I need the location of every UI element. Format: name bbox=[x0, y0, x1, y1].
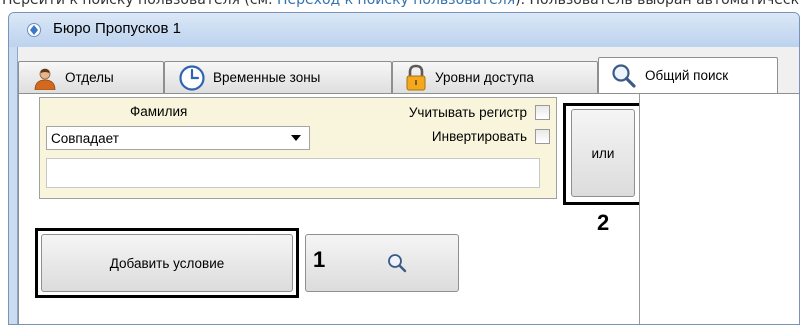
tab-general-search[interactable]: Общий поиск bbox=[598, 57, 778, 93]
document-line: Перейти к поиску пользователя (см. Перех… bbox=[2, 0, 800, 8]
add-condition-label: Добавить условие bbox=[109, 255, 225, 271]
clock-icon bbox=[179, 64, 205, 91]
tab-access-levels[interactable]: Уровни доступа bbox=[392, 61, 598, 93]
field-label: Фамилия bbox=[130, 104, 188, 119]
match-mode-select[interactable]: Совпадает bbox=[46, 126, 310, 150]
tab-label: Общий поиск bbox=[645, 68, 729, 83]
tab-label: Временные зоны bbox=[213, 70, 321, 85]
search-content: Фамилия Совпадает Учитывать регистр Инве… bbox=[18, 94, 799, 324]
document-link[interactable]: Переход к поиску пользователя bbox=[277, 0, 515, 8]
case-sensitive-label: Учитывать регистр bbox=[408, 105, 527, 120]
invert-option: Инвертировать bbox=[432, 129, 550, 144]
filter-condition-panel: Фамилия Совпадает Учитывать регистр Инве… bbox=[39, 97, 557, 199]
invert-checkbox[interactable] bbox=[535, 129, 550, 144]
document-text: Перейти к поиску пользователя (см. Перех… bbox=[0, 0, 800, 12]
tab-strip: Отделы Временные зоны Уровни доступа Общ… bbox=[18, 57, 799, 97]
search-value-input[interactable] bbox=[46, 158, 540, 188]
padlock-icon bbox=[406, 64, 426, 90]
window-title: Бюро Пропусков 1 bbox=[53, 20, 181, 37]
title-bar[interactable]: Бюро Пропусков 1 bbox=[9, 13, 799, 47]
document-text-before: Перейти к поиску пользователя (см. bbox=[2, 0, 278, 8]
person-icon bbox=[34, 68, 56, 90]
tab-label: Отделы bbox=[65, 70, 114, 85]
document-text-after: ). Пользователь выбран автоматически. bbox=[515, 0, 800, 8]
invert-label: Инвертировать bbox=[431, 129, 527, 144]
or-button[interactable]: или bbox=[571, 109, 635, 197]
match-mode-value: Совпадает bbox=[51, 130, 119, 146]
magnifier-icon bbox=[612, 63, 636, 88]
case-sensitive-option: Учитывать регистр bbox=[409, 105, 550, 120]
tab-departments[interactable]: Отделы bbox=[18, 61, 164, 93]
or-button-label: или bbox=[591, 145, 615, 161]
app-window: Бюро Пропусков 1 Отделы Временные зоны У… bbox=[8, 12, 800, 325]
app-icon bbox=[27, 23, 41, 37]
results-pane bbox=[640, 94, 799, 324]
client-area: Отделы Временные зоны Уровни доступа Общ… bbox=[17, 47, 799, 324]
case-sensitive-checkbox[interactable] bbox=[535, 105, 550, 120]
chevron-down-icon bbox=[291, 135, 301, 141]
add-condition-button[interactable]: Добавить условие bbox=[41, 234, 293, 292]
search-button[interactable] bbox=[305, 234, 459, 292]
tab-label: Уровни доступа bbox=[435, 70, 534, 85]
callout-number-2: 2 bbox=[597, 210, 610, 235]
magnifier-icon bbox=[388, 254, 407, 273]
callout-number-1: 1 bbox=[313, 247, 326, 272]
tab-time-zones[interactable]: Временные зоны bbox=[164, 61, 392, 93]
